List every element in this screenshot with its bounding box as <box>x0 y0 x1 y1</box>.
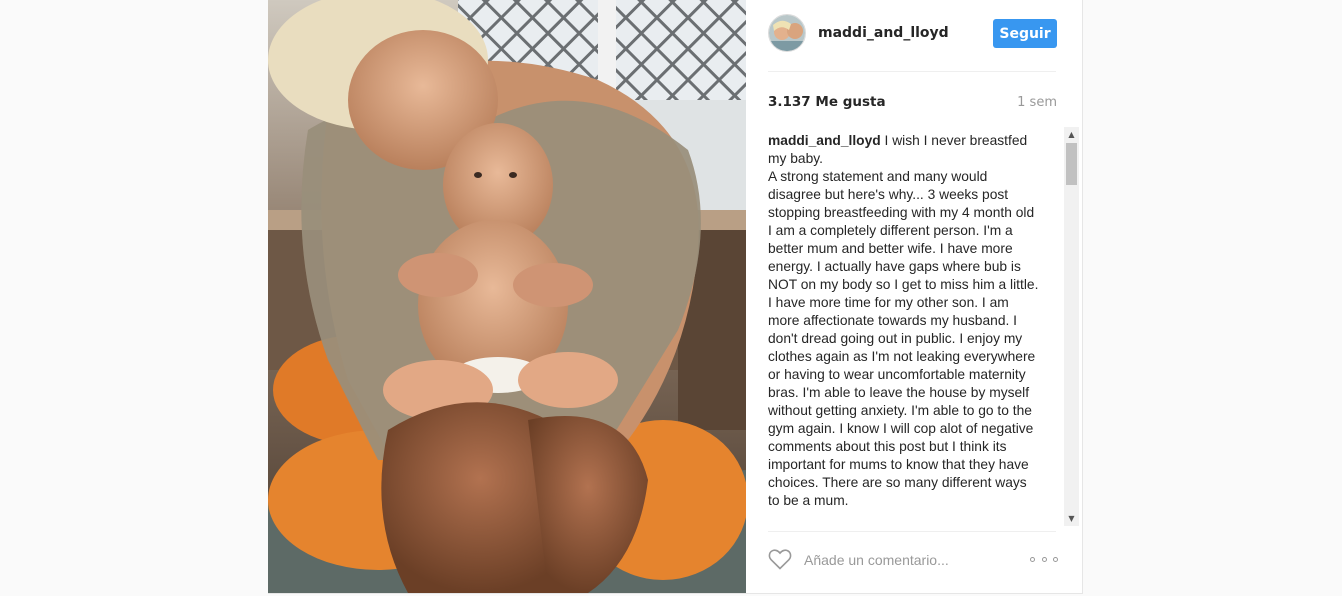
scrollbar-thumb[interactable] <box>1066 143 1077 185</box>
photo-illustration <box>268 0 746 593</box>
scroll-up-arrow-icon[interactable]: ▲ <box>1064 127 1079 142</box>
comment-bar <box>768 546 1058 576</box>
comment-input[interactable] <box>802 548 1006 572</box>
scroll-down-arrow-icon[interactable]: ▼ <box>1064 511 1079 526</box>
follow-button[interactable]: Seguir <box>993 19 1057 48</box>
post-photo[interactable] <box>268 0 746 593</box>
post-username[interactable]: maddi_and_lloyd <box>818 25 949 41</box>
post-time[interactable]: 1 sem <box>1017 95 1057 110</box>
heart-icon[interactable] <box>768 548 792 570</box>
dot-icon <box>1030 556 1035 562</box>
dot-icon <box>1053 556 1058 562</box>
post-container: maddi_and_lloyd Seguir 3.137 Me gusta 1 … <box>268 0 1083 594</box>
likes-count[interactable]: 3.137 Me gusta <box>768 94 886 110</box>
post-header: maddi_and_lloyd Seguir <box>768 14 1058 54</box>
avatar-image <box>769 15 805 51</box>
post-sidebar: maddi_and_lloyd Seguir 3.137 Me gusta 1 … <box>746 0 1082 593</box>
caption-scroll-area[interactable]: maddi_and_lloyd I wish I never breastfed… <box>768 127 1064 526</box>
caption-text: I wish I never breastfed my baby. A stro… <box>768 133 1039 508</box>
avatar[interactable] <box>768 14 806 52</box>
dot-icon <box>1041 556 1047 562</box>
more-options-icon[interactable] <box>1030 548 1058 570</box>
divider <box>768 71 1056 72</box>
divider <box>768 531 1056 532</box>
caption-username[interactable]: maddi_and_lloyd <box>768 133 881 148</box>
caption: maddi_and_lloyd I wish I never breastfed… <box>768 132 1040 510</box>
caption-scrollbar[interactable]: ▲ ▼ <box>1064 127 1079 526</box>
